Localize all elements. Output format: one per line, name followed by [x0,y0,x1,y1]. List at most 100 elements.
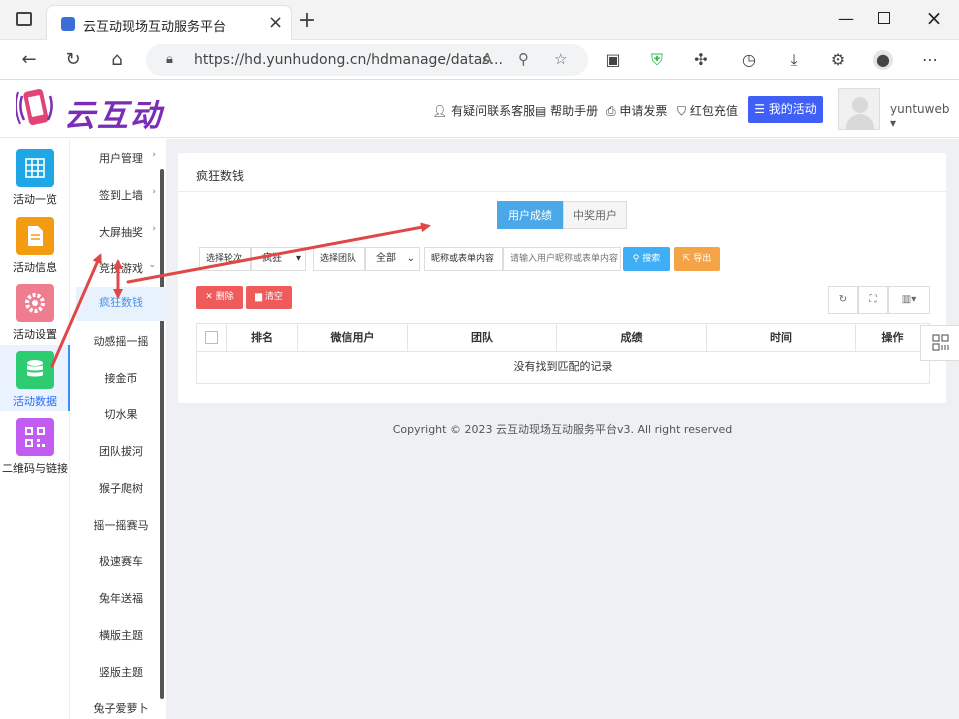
qrcode-icon [932,334,949,351]
chevron-right-icon: › [152,187,156,197]
sub-sidebar: 用户管理 › 签到上墙 › 大屏抽奖 › 竞技游戏 ⌄ 疯狂数钱 动感摇一摇 接金币 切… [76,139,166,719]
main-content: 疯狂数钱 用户成绩 中奖用户 选择轮次 疯狂 ▾ 选择团队 全部 ⌄ 昵称或表单内容… [166,139,959,719]
sidebar-item-activity-settings[interactable]: 活动设置 [0,278,70,344]
refresh-table-button[interactable]: ↻ [828,286,858,314]
more-options-icon[interactable]: ⋯ [920,50,940,70]
sidebar-item-crazy-money[interactable]: 疯狂数钱 [76,287,166,321]
select-all-cell [197,324,227,351]
column-actions[interactable]: 操作 [856,324,929,351]
help-manual-link[interactable]: ▤ 帮助手册 [535,102,598,119]
sidebar-scrollbar[interactable] [160,169,164,699]
round-select[interactable]: 疯狂 ▾ [251,247,306,271]
sidebar-item-monkey-climb[interactable]: 猴子爬树 [76,480,166,496]
sidebar-label: 活动一览 [13,193,57,206]
column-rank[interactable]: 排名 [227,324,298,351]
clear-button[interactable]: ▆ 清空 [246,286,292,309]
tab-title: 云互动现场互动服务平台 [83,20,227,35]
sidebar-item-qrcode-link[interactable]: 二维码与链接 [0,412,70,478]
puzzle-icon[interactable]: ✣ [691,50,711,70]
url-text[interactable]: https://hd.yunhudong.cn/hdmanage/datas..… [194,52,503,68]
column-time[interactable]: 时间 [707,324,856,351]
chevron-down-icon: ⌄ [406,253,415,264]
floating-qrcode-button[interactable] [920,325,959,361]
sidebar-item-activity-data[interactable]: 活动数据 [0,345,70,411]
columns-toggle-button[interactable]: ▥▾ [888,286,930,314]
sidebar-item-signin-wall[interactable]: 签到上墙 › [76,187,166,203]
lock-icon: 🔒︎ [166,52,173,67]
username-dropdown[interactable]: yuntuweb ▾ [890,102,959,130]
sidebar-item-horizontal-theme[interactable]: 横版主题 [76,627,166,643]
sidebar-label: 活动数据 [13,395,57,408]
refresh-icon[interactable]: ↻ [62,49,84,71]
sidebar-item-activity-info[interactable]: 活动信息 [0,211,70,277]
customer-service-link[interactable]: 👤︎ 有疑问联系客服 [432,102,535,119]
shield-icon: ⛉ [677,104,690,118]
tab-user-scores[interactable]: 用户成绩 [497,201,563,229]
sidebar-label: 二维码与链接 [2,462,68,475]
history-icon[interactable]: ◷ [739,50,759,70]
qrcode-icon [16,418,54,456]
sidebar-item-speed-racing[interactable]: 极速赛车 [76,553,166,569]
fullscreen-button[interactable]: ⛶ [858,286,888,314]
browser-tab[interactable]: 云互动现场互动服务平台 × [46,5,292,40]
main-sidebar: 活动一览 活动信息 活动设置 活动数据 二维码与链接 [0,139,70,719]
minimize-icon[interactable]: — [836,9,856,28]
export-button[interactable]: ⇱ 导出 [674,247,720,271]
red-packet-link[interactable]: ⛉ 红包充值 [677,102,738,119]
shield-extension-icon[interactable]: ⛨ [647,50,667,70]
new-tab-icon[interactable]: + [296,8,318,33]
read-aloud-icon[interactable]: A [482,50,492,68]
favicon-icon [61,17,75,31]
chevron-down-icon: ▾ [295,253,301,264]
sidebar-item-cut-fruit[interactable]: 切水果 [76,406,166,422]
sidebar-item-competitive-games[interactable]: 竞技游戏 ⌄ [76,260,166,276]
sidebar-item-horse-race[interactable]: 摇一摇赛马 [76,517,166,533]
sidebar-item-rabbit-carrot[interactable]: 兔子爱萝卜 [76,700,166,716]
sidebar-item-shake[interactable]: 动感摇一摇 [76,333,166,349]
performance-icon[interactable]: ⚙ [828,50,848,70]
close-icon: ✕ [205,292,216,302]
sidebar-item-catch-coins[interactable]: 接金币 [76,370,166,386]
extension-icon[interactable]: ▣ [603,50,623,70]
download-icon[interactable]: ⤓ [784,50,804,70]
profile-icon[interactable]: ● [873,50,893,70]
zoom-icon[interactable]: ⚲ [518,50,529,68]
column-team[interactable]: 团队 [408,324,557,351]
team-select[interactable]: 全部 ⌄ [365,247,420,271]
data-panel: 疯狂数钱 用户成绩 中奖用户 选择轮次 疯狂 ▾ 选择团队 全部 ⌄ 昵称或表单内容… [178,153,946,403]
sidebar-label: 活动信息 [13,261,57,274]
select-all-checkbox[interactable] [205,331,218,344]
round-label: 选择轮次 [199,247,251,271]
sidebar-item-vertical-theme[interactable]: 竖版主题 [76,664,166,680]
logo-phone-icon [16,89,53,125]
logo-text: 云互动 [64,98,163,134]
maximize-icon[interactable] [878,12,890,24]
close-window-icon[interactable]: × [924,6,944,30]
table-header: 排名 微信用户 团队 成绩 时间 操作 [196,323,930,352]
invoice-link[interactable]: ⎙ 申请发票 [606,102,667,119]
my-activity-button[interactable]: ☰ 我的活动 [748,96,823,123]
sidebar-item-activity-overview[interactable]: 活动一览 [0,143,70,209]
address-toolbar: ← ↻ ⌂ 🔒︎ https://hd.yunhudong.cn/hdmanag… [0,40,959,80]
search-icon: ⚲ [632,254,643,264]
favorite-add-icon[interactable]: ☆ [554,50,567,68]
close-tab-icon[interactable]: × [268,12,283,33]
sidebar-item-user-management[interactable]: 用户管理 › [76,150,166,166]
search-input[interactable] [503,247,621,271]
column-wechat-user[interactable]: 微信用户 [298,324,408,351]
sidebar-item-big-screen-lottery[interactable]: 大屏抽奖 › [76,224,166,240]
back-icon[interactable]: ← [18,49,40,71]
sidebar-toggle-icon[interactable] [16,12,32,26]
sidebar-item-rabbit-blessing[interactable]: 兔年送福 [76,590,166,606]
column-score[interactable]: 成绩 [557,324,707,351]
url-bar[interactable]: 🔒︎ https://hd.yunhudong.cn/hdmanage/data… [146,44,588,76]
tab-winners[interactable]: 中奖用户 [563,201,627,229]
home-icon[interactable]: ⌂ [106,49,128,71]
search-button[interactable]: ⚲ 搜索 [623,247,670,271]
sidebar-item-tug-of-war[interactable]: 团队拔河 [76,443,166,459]
print-icon: ⎙ [606,104,620,118]
team-label: 选择团队 [313,247,365,271]
avatar[interactable] [838,88,880,130]
delete-button[interactable]: ✕ 删除 [196,286,243,309]
export-icon: ⇱ [682,254,694,264]
